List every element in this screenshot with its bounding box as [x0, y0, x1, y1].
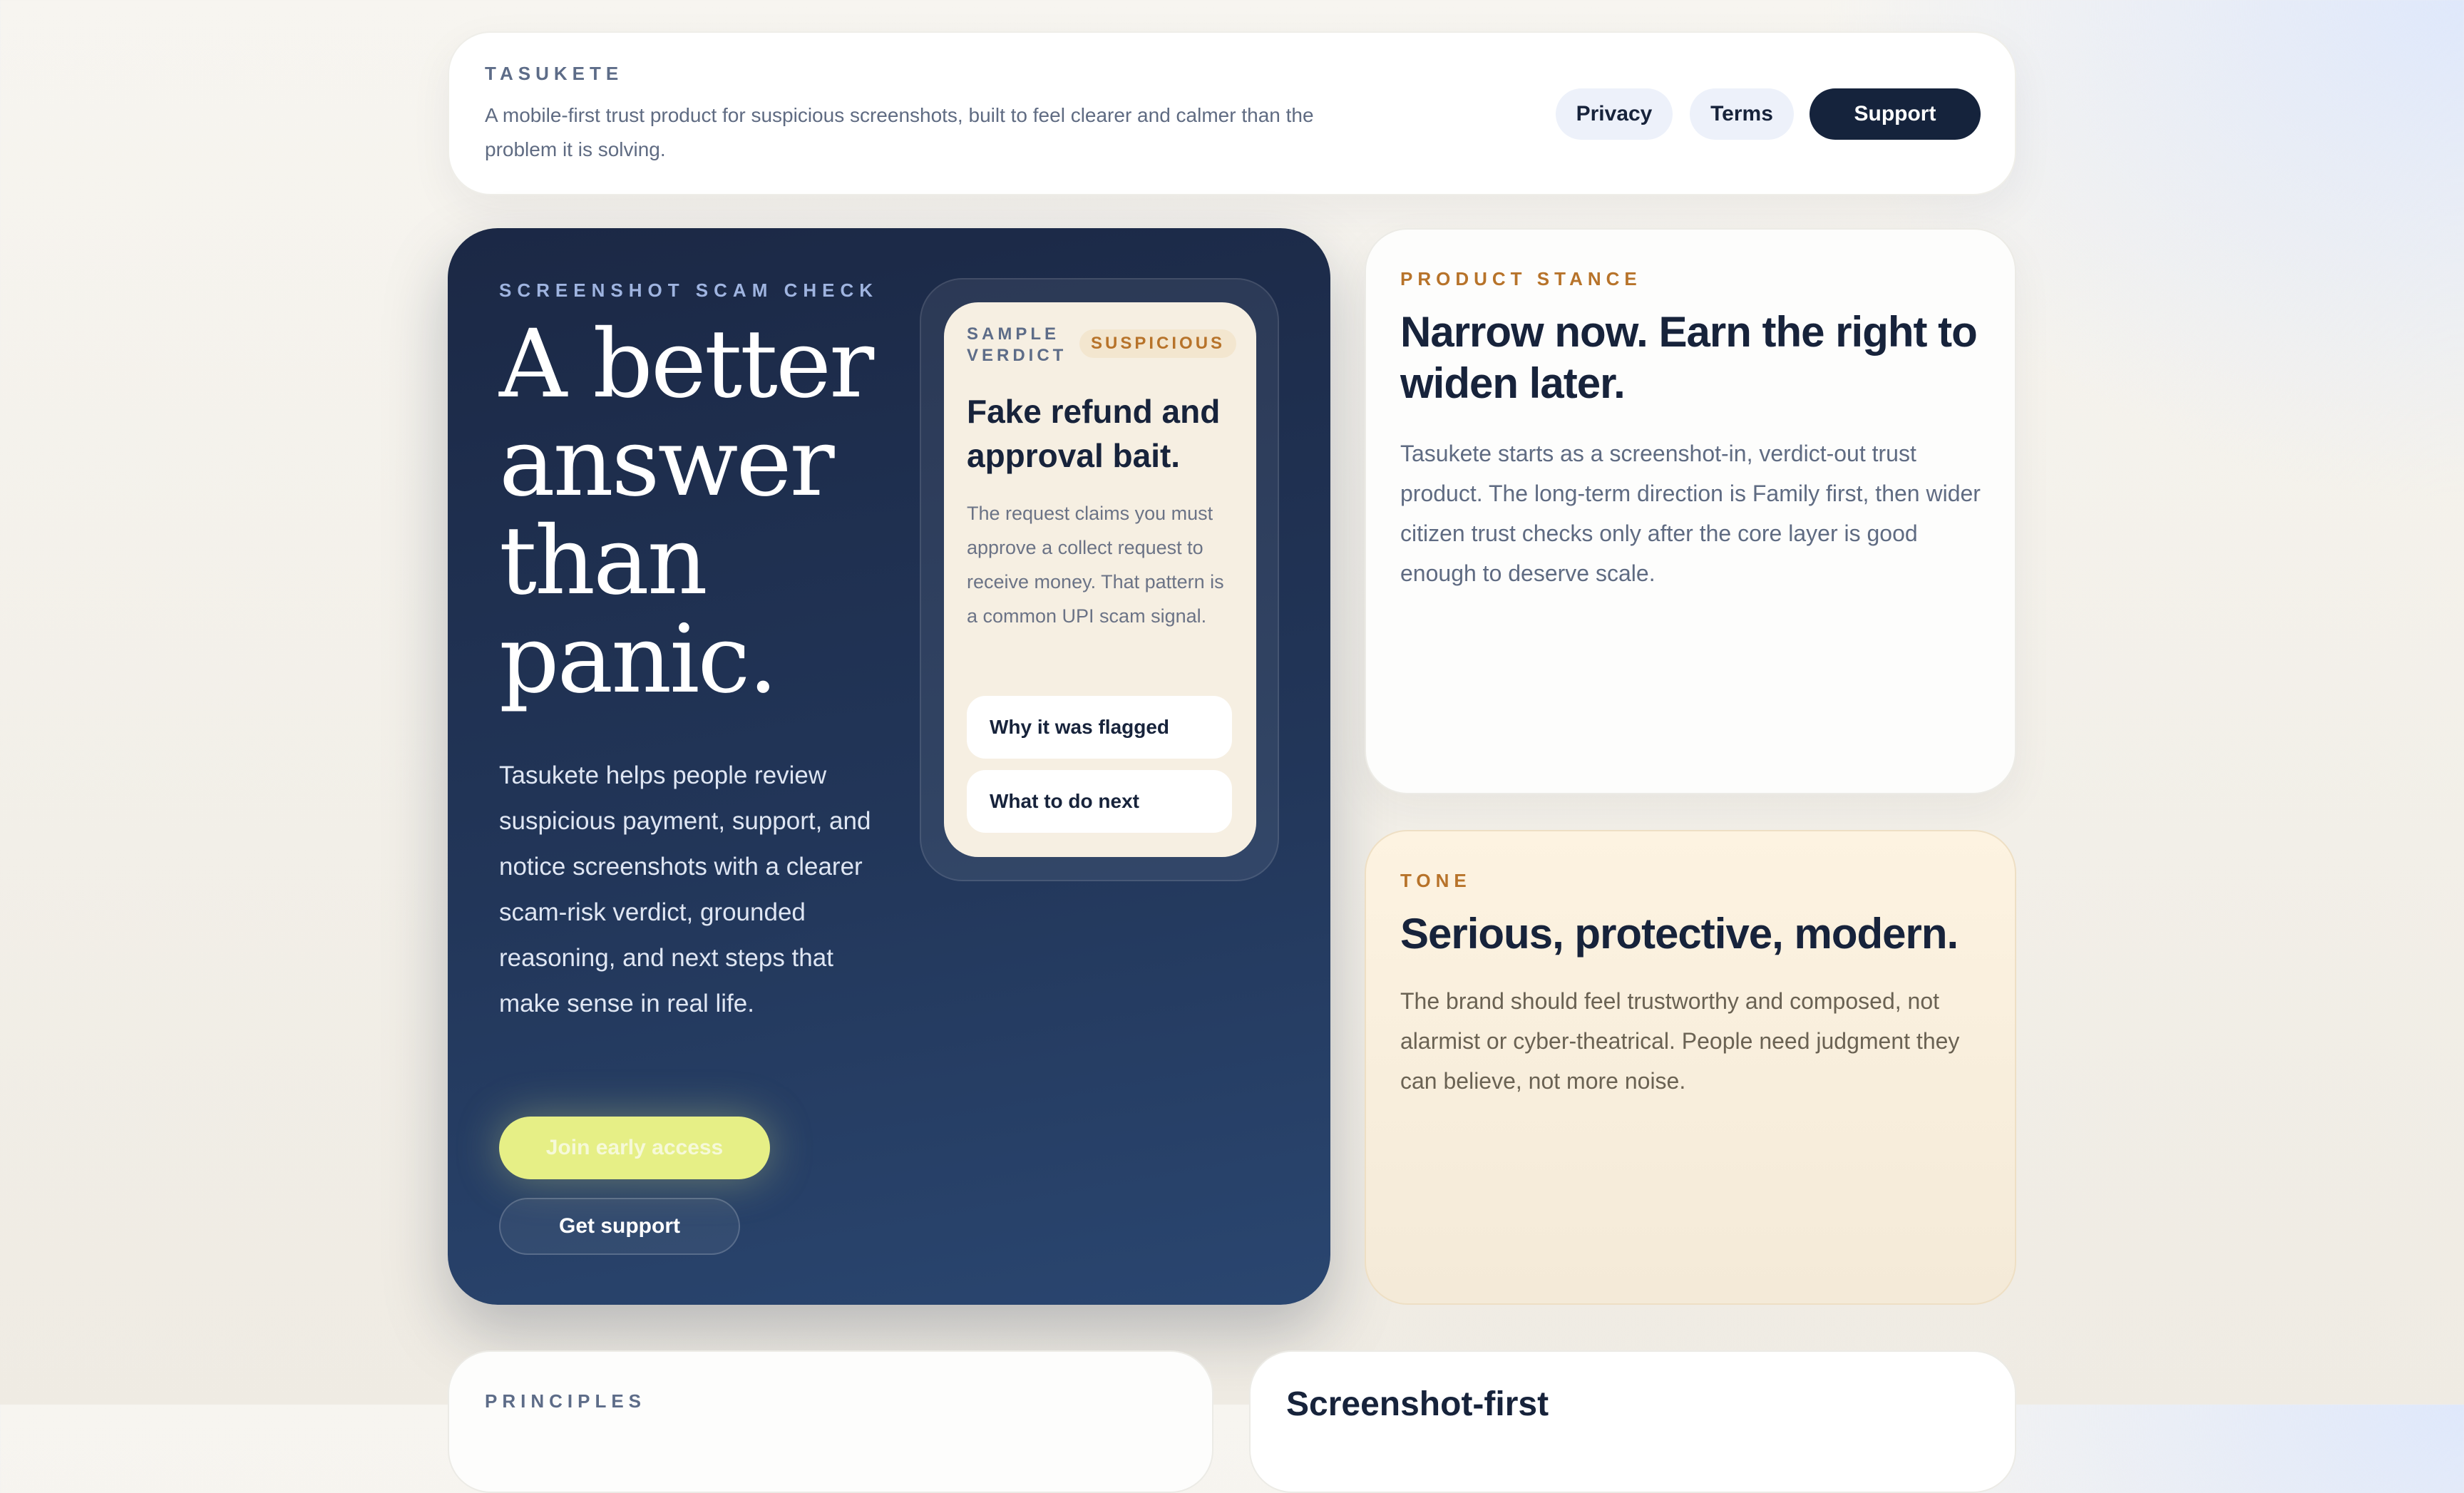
hero-title: A better answer than panic. — [499, 309, 874, 714]
tone-eyebrow: TONE — [1400, 870, 1472, 891]
principles-eyebrow: PRINCIPLES — [485, 1390, 647, 1412]
stance-title: Narrow now. Earn the right to widen late… — [1400, 308, 1978, 407]
nav-terms-link[interactable]: Terms — [1690, 88, 1794, 140]
join-early-access-button[interactable]: Join early access — [499, 1117, 770, 1179]
hero-description: Tasukete helps people review suspicious … — [499, 761, 871, 1017]
hero-card: SCREENSHOT SCAM CHECK A better answer th… — [448, 228, 1330, 1305]
tone-card: TONE Serious, protective, modern. The br… — [1365, 830, 2016, 1305]
hero-eyebrow: SCREENSHOT SCAM CHECK — [499, 279, 879, 301]
brand-tagline: A mobile-first trust product for suspici… — [485, 104, 1314, 160]
why-flagged-button[interactable]: Why it was flagged — [967, 696, 1232, 759]
brand-wordmark[interactable]: TASUKETE — [485, 63, 623, 85]
stance-eyebrow: PRODUCT STANCE — [1400, 268, 1642, 289]
phone-mockup: SAMPLE VERDICT SUSPICIOUS Fake refund an… — [920, 278, 1279, 881]
product-stance-card: PRODUCT STANCE Narrow now. Earn the righ… — [1365, 228, 2016, 794]
what-to-do-next-button[interactable]: What to do next — [967, 770, 1232, 833]
sample-verdict-label: SAMPLE VERDICT — [967, 324, 1067, 365]
nav-support-button[interactable]: Support — [1809, 88, 1981, 140]
suspicious-badge: SUSPICIOUS — [1079, 329, 1237, 358]
sample-verdict-card: SAMPLE VERDICT SUSPICIOUS Fake refund an… — [944, 302, 1256, 857]
site-header: TASUKETE A mobile-first trust product fo… — [448, 31, 2016, 195]
verdict-body: The request claims you must approve a co… — [967, 503, 1224, 627]
get-support-button[interactable]: Get support — [499, 1198, 740, 1255]
stance-body: Tasukete starts as a screenshot-in, verd… — [1400, 441, 1981, 586]
tone-title: Serious, protective, modern. — [1400, 910, 1959, 958]
tone-body: The brand should feel trustworthy and co… — [1400, 988, 1960, 1094]
nav-privacy-link[interactable]: Privacy — [1556, 88, 1673, 140]
screenshot-first-card: Screenshot-first — [1249, 1350, 2016, 1493]
principles-card: PRINCIPLES — [448, 1350, 1213, 1493]
verdict-title: Fake refund and approval bait. — [967, 393, 1221, 474]
